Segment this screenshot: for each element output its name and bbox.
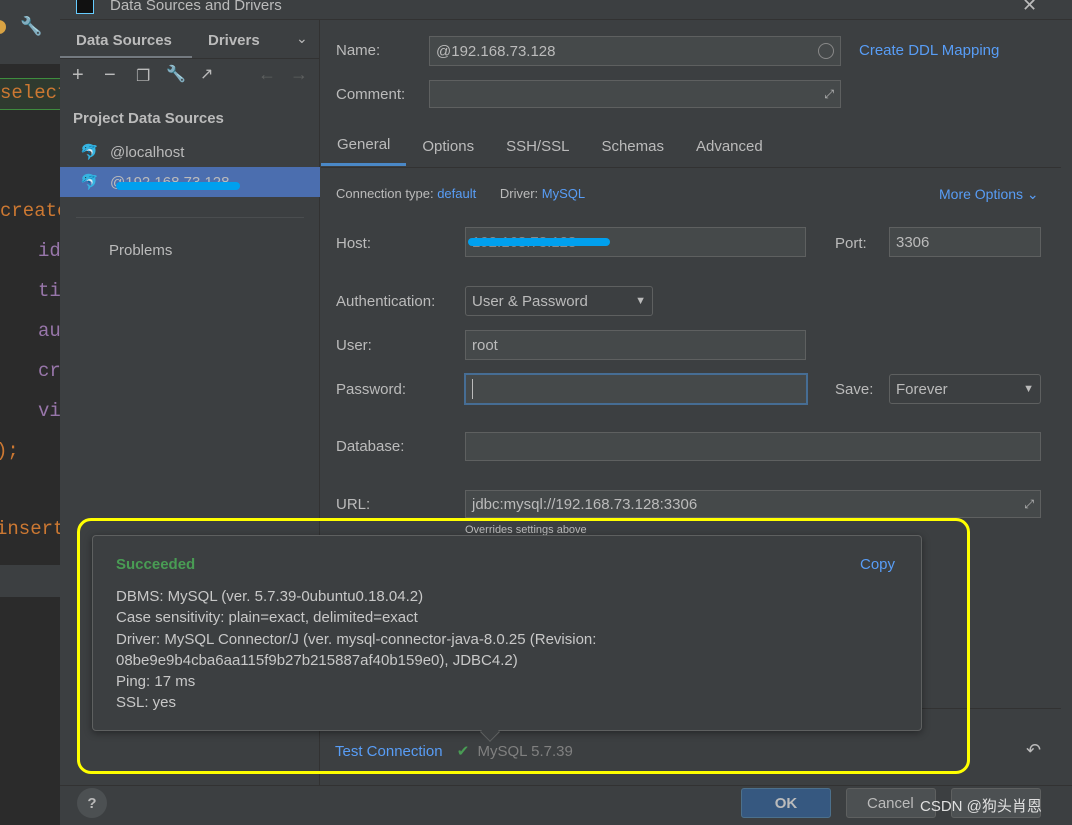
detail-line: 08be9e9b4cba6aa115f9b27b215887af40b159e0… — [116, 651, 518, 669]
host-label: Host: — [336, 235, 372, 252]
ok-button[interactable]: OK — [741, 788, 831, 818]
datasource-label: @localhost — [110, 143, 185, 161]
user-label: User: — [336, 337, 372, 354]
connection-type-label: Connection type: — [336, 186, 434, 201]
code-line: select — [0, 78, 60, 110]
chevron-down-icon[interactable]: ⌄ — [296, 30, 308, 47]
tab-data-sources[interactable]: Data Sources — [76, 32, 172, 49]
tab-ssh-ssl[interactable]: SSH/SSL — [490, 126, 585, 166]
mysql-icon: 🐬 — [80, 174, 99, 191]
password-input[interactable] — [464, 373, 808, 405]
save-select[interactable]: Forever ▼ — [889, 374, 1041, 404]
detail-line: Driver: MySQL Connector/J (ver. mysql-co… — [116, 630, 597, 648]
code-line: id — [38, 240, 60, 262]
authentication-select[interactable]: User & Password ▼ — [465, 286, 653, 316]
authentication-label: Authentication: — [336, 293, 436, 310]
comment-label: Comment: — [336, 86, 406, 103]
comment-input[interactable]: ⤢ — [429, 80, 841, 108]
datagrip-logo-icon — [76, 0, 94, 14]
code-line: insert — [0, 518, 60, 540]
back-arrow-icon[interactable]: ← — [258, 64, 276, 85]
watermark: CSDN @狗头肖恩 — [920, 798, 1042, 815]
redaction-mark — [116, 181, 240, 190]
user-input[interactable]: root — [465, 330, 806, 360]
connection-info: Connection type: default Driver: MySQL — [336, 186, 585, 201]
code-editor: 🔧 select create id ti au cr vi ); insert — [0, 0, 60, 825]
wrench-icon[interactable]: 🔧 — [166, 64, 186, 84]
datasource-item[interactable]: 🐬 @localhost — [60, 138, 320, 166]
divider — [60, 58, 320, 59]
password-label: Password: — [336, 381, 407, 398]
close-icon[interactable]: ✕ — [1022, 0, 1037, 16]
expand-icon[interactable]: ⤢ — [824, 87, 834, 102]
database-input[interactable] — [465, 432, 1041, 461]
status-icon — [0, 20, 6, 34]
problems-item[interactable]: Problems — [109, 242, 172, 259]
datasource-item-selected[interactable]: 🐬 @192.168.73.128 — [60, 167, 320, 197]
tab-schemas[interactable]: Schemas — [585, 126, 680, 166]
detail-line: Ping: 17 ms — [116, 673, 196, 691]
status-succeeded: Succeeded — [116, 556, 196, 573]
add-icon[interactable]: + — [72, 64, 84, 87]
detail-line: Case sensitivity: plain=exact, delimited… — [116, 609, 418, 627]
tab-drivers[interactable]: Drivers — [208, 32, 260, 49]
color-circle-icon[interactable] — [818, 43, 834, 59]
checkmark-icon: ✔ — [456, 743, 470, 760]
save-label: Save: — [835, 381, 874, 398]
mysql-icon: 🐬 — [80, 144, 99, 161]
divider — [76, 217, 304, 218]
code-line: create — [0, 200, 60, 222]
detail-line: DBMS: MySQL (ver. 5.7.39-0ubuntu0.18.04.… — [116, 588, 424, 605]
port-input[interactable]: 3306 — [889, 227, 1041, 257]
test-connection-link[interactable]: Test Connection — [335, 743, 443, 760]
help-icon[interactable]: ? — [77, 788, 107, 818]
tab-bar: General Options SSH/SSL Schemas Advanced — [321, 126, 1061, 168]
tab-advanced[interactable]: Advanced — [680, 126, 779, 166]
name-input[interactable]: @192.168.73.128 — [429, 36, 841, 66]
test-connection-popup: Succeeded Copy DBMS: MySQL (ver. 5.7.39-… — [92, 535, 922, 742]
remove-icon[interactable]: − — [104, 64, 116, 87]
database-label: Database: — [336, 438, 405, 455]
wrench-icon[interactable]: 🔧 — [20, 16, 42, 37]
redaction-mark — [468, 238, 610, 246]
detail-line: SSL: yes — [116, 694, 177, 712]
code-line: ); — [0, 440, 19, 462]
dropdown-arrow-icon: ▼ — [1023, 383, 1034, 395]
text-cursor — [472, 379, 473, 399]
divider — [60, 785, 1072, 786]
editor-panel — [0, 565, 60, 597]
datasource-label: @192.168.73.128 — [110, 174, 240, 191]
dropdown-arrow-icon: ▼ — [635, 295, 646, 307]
driver-link[interactable]: MySQL — [542, 186, 585, 201]
revert-icon[interactable]: ↶ — [1026, 740, 1041, 761]
code-line: ti — [38, 280, 60, 302]
code-line: au — [38, 320, 60, 342]
forward-arrow-icon[interactable]: → — [290, 64, 308, 85]
create-ddl-mapping-link[interactable]: Create DDL Mapping — [859, 42, 999, 59]
url-input[interactable]: jdbc:mysql://192.168.73.128:3306 ⤢ — [465, 490, 1041, 518]
code-line: cr — [38, 360, 60, 382]
test-connection-row: Test Connection ✔ MySQL 5.7.39 — [335, 742, 573, 760]
driver-label: Driver: — [499, 186, 539, 201]
tab-general[interactable]: General — [321, 126, 407, 166]
url-label: URL: — [336, 496, 371, 513]
section-title: Project Data Sources — [73, 110, 224, 127]
connection-details: DBMS: MySQL (ver. 5.7.39-0ubuntu0.18.04.… — [116, 586, 596, 714]
editor-toolbar: 🔧 — [0, 0, 60, 64]
tab-options[interactable]: Options — [406, 126, 490, 166]
expand-icon[interactable]: ⤢ — [1024, 497, 1034, 512]
more-options-link[interactable]: More Options ⌄ — [939, 186, 1039, 203]
port-label: Port: — [835, 235, 867, 252]
title-bar: Data Sources and Drivers ✕ — [60, 0, 1072, 20]
copy-icon[interactable]: ❐ — [136, 66, 150, 86]
driver-version: MySQL 5.7.39 — [477, 743, 573, 760]
connection-type-link[interactable]: default — [437, 186, 476, 201]
code-line: vi — [38, 400, 60, 422]
copy-link[interactable]: Copy — [860, 556, 895, 573]
host-input[interactable]: 192.168.73.128 — [465, 227, 806, 257]
name-label: Name: — [336, 42, 381, 59]
dialog-title: Data Sources and Drivers — [110, 0, 282, 14]
export-icon[interactable]: ↗ — [200, 64, 213, 84]
